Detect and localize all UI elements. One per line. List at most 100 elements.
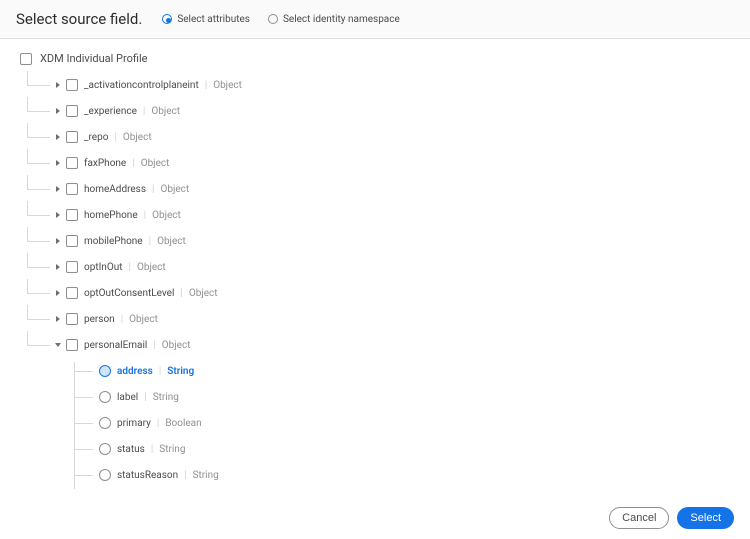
field-name: _activationcontrolplaneint [84,80,199,91]
tree-leaf[interactable]: status|String [75,440,730,458]
field-type: String [159,444,185,455]
tree-node[interactable]: mobilePhone|Object [32,232,730,250]
checkbox[interactable] [66,209,78,221]
chevron-right-icon[interactable] [56,82,60,88]
field-label: statusReason|String [117,470,219,481]
field-type: Object [129,314,158,325]
field-label: _experience|Object [84,106,180,117]
field-type: Object [157,236,186,247]
field-label: primary|Boolean [117,418,202,429]
radio-label: Select identity namespace [283,14,400,25]
connector [75,423,93,424]
radio-select-attributes[interactable]: Select attributes [162,14,250,25]
chevron-right-icon[interactable] [56,186,60,192]
radio-select-namespace[interactable]: Select identity namespace [268,14,400,25]
chevron-down-icon[interactable] [55,343,61,347]
checkbox[interactable] [66,79,78,91]
tree-node[interactable]: optOutConsentLevel|Object [32,284,730,302]
tree-node[interactable]: person|Object [32,310,730,328]
radio-field[interactable] [99,417,111,429]
checkbox[interactable] [66,183,78,195]
tree-leaf[interactable]: address|String [75,362,730,380]
checkbox[interactable] [66,287,78,299]
field-label: mobilePhone|Object [84,236,186,247]
field-name: homeAddress [84,184,146,195]
tree-root[interactable]: XDM Individual Profile [20,49,730,68]
field-name: mobilePhone [84,236,143,247]
field-label: faxPhone|Object [84,158,169,169]
tree-node[interactable]: _repo|Object [32,128,730,146]
checkbox[interactable] [20,53,32,65]
connector [32,111,50,112]
chevron-right-icon[interactable] [56,290,60,296]
chevron-right-icon[interactable] [56,238,60,244]
footer: Cancel Select [0,497,750,539]
connector [32,267,50,268]
connector [32,189,50,190]
tree-leaf[interactable]: primary|Boolean [75,414,730,432]
checkbox[interactable] [66,131,78,143]
radio-field[interactable] [99,443,111,455]
tree-node[interactable]: optInOut|Object [32,258,730,276]
field-label: status|String [117,444,185,455]
field-label: person|Object [84,314,158,325]
tree-children: address|String label|String primary|Boolea… [74,362,730,489]
connector [75,397,93,398]
field-type: String [193,470,219,481]
checkbox[interactable] [66,235,78,247]
field-type: Object [151,106,180,117]
connector [32,345,50,346]
checkbox[interactable] [66,157,78,169]
connector [32,293,50,294]
field-name: homePhone [84,210,138,221]
schema-tree[interactable]: XDM Individual Profile _activationcontro… [0,39,750,489]
radio-group: Select attributes Select identity namesp… [162,14,399,25]
connector [32,241,50,242]
connector [32,319,50,320]
connector [75,449,93,450]
checkbox[interactable] [66,339,78,351]
chevron-right-icon[interactable] [56,316,60,322]
tree-leaf[interactable]: label|String [75,388,730,406]
radio-field[interactable] [99,391,111,403]
tree-leaf[interactable]: statusReason|String [75,466,730,484]
tree-node[interactable]: homePhone|Object [32,206,730,224]
radio-field[interactable] [99,365,111,377]
tree-node[interactable]: homeAddress|Object [32,180,730,198]
chevron-right-icon[interactable] [56,108,60,114]
field-name: person [84,314,115,325]
field-label: optInOut|Object [84,262,166,273]
field-label: address|String [117,366,194,377]
field-name: primary [117,418,151,429]
field-label: _repo|Object [84,132,152,143]
field-name: status [117,444,145,455]
field-name: address [117,366,153,377]
field-type: Object [213,80,242,91]
field-name: optInOut [84,262,123,273]
field-type: Object [123,132,152,143]
field-label: homeAddress|Object [84,184,189,195]
field-label: _activationcontrolplaneint|Object [84,80,242,91]
chevron-right-icon[interactable] [56,264,60,270]
tree-node[interactable]: _experience|Object [32,102,730,120]
connector [75,371,93,372]
radio-label: Select attributes [177,14,250,25]
field-name: label [117,392,138,403]
connector [32,215,50,216]
tree-node[interactable]: faxPhone|Object [32,154,730,172]
chevron-right-icon[interactable] [56,134,60,140]
chevron-right-icon[interactable] [56,160,60,166]
cancel-button[interactable]: Cancel [609,507,669,529]
checkbox[interactable] [66,261,78,273]
connector [32,163,50,164]
field-name: _experience [84,106,137,117]
checkbox[interactable] [66,313,78,325]
chevron-right-icon[interactable] [56,212,60,218]
tree-node[interactable]: personalEmail|Object [32,336,730,354]
field-type: Object [189,288,218,299]
radio-field[interactable] [99,469,111,481]
field-name: statusReason [117,470,178,481]
checkbox[interactable] [66,105,78,117]
select-button[interactable]: Select [677,507,734,529]
tree-node[interactable]: _activationcontrolplaneint|Object [32,76,730,94]
